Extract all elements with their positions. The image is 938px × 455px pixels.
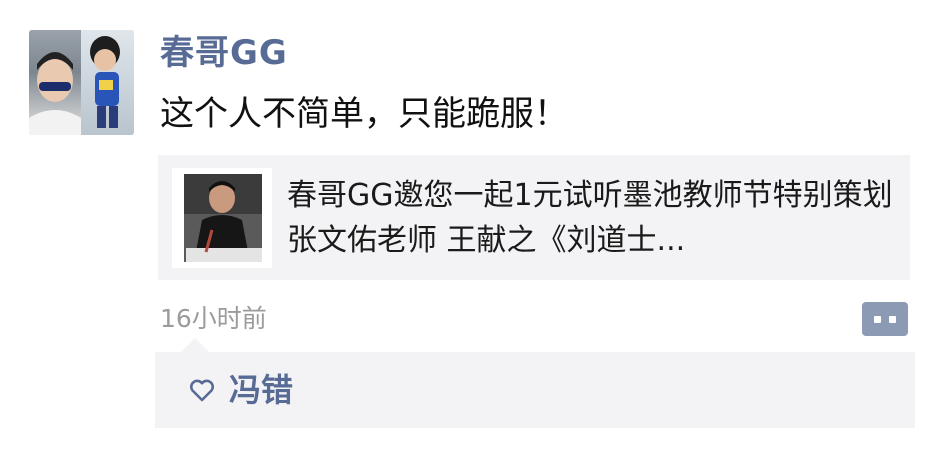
heart-outline-icon: [189, 379, 215, 402]
author-name[interactable]: 春哥GG: [160, 30, 288, 76]
comment-dot-icon: [889, 315, 896, 323]
liker-name[interactable]: 冯错: [229, 370, 293, 410]
likes-area: 冯错: [155, 338, 915, 428]
avatar-right-photo: [81, 30, 134, 135]
like-row: 冯错: [187, 370, 293, 410]
link-title: 春哥GG邀您一起1元试听墨池教师节特别策划 张文佑老师 王献之《刘道士...: [287, 177, 893, 258]
post-text: 这个人不简单，只能跪服！: [160, 94, 568, 134]
link-thumbnail: [172, 167, 272, 268]
comment-button[interactable]: [862, 302, 908, 336]
avatar[interactable]: [29, 30, 134, 135]
avatar-left-photo: [29, 30, 81, 135]
post-timestamp: 16小时前: [160, 304, 267, 333]
shared-link-card[interactable]: 春哥GG邀您一起1元试听墨池教师节特别策划 张文佑老师 王献之《刘道士...: [158, 155, 910, 280]
moment-post: 春哥GG 这个人不简单，只能跪服！ 春哥GG邀您一起1元试听墨池教师节特别策划 …: [0, 0, 938, 455]
comment-dot-icon: [874, 315, 881, 323]
